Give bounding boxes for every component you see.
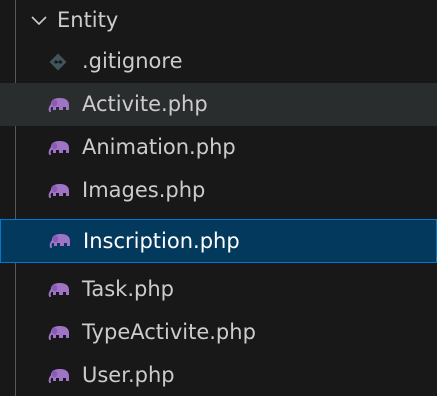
php-elephant-icon bbox=[48, 140, 69, 155]
gitignore-icon bbox=[49, 53, 67, 70]
file-item-images[interactable]: Images.php bbox=[0, 169, 437, 212]
file-label: TypeActivite.php bbox=[82, 320, 256, 344]
php-elephant-icon bbox=[48, 368, 69, 383]
file-item-typeactivite[interactable]: TypeActivite.php bbox=[0, 311, 437, 354]
php-elephant-icon bbox=[48, 183, 69, 198]
chevron-down-icon[interactable] bbox=[29, 10, 49, 30]
file-label: Animation.php bbox=[82, 135, 236, 159]
file-label: .gitignore bbox=[82, 49, 183, 73]
php-elephant-icon bbox=[49, 234, 70, 248]
file-item-user[interactable]: User.php bbox=[0, 354, 437, 396]
file-label: Inscription.php bbox=[83, 228, 240, 253]
folder-entity[interactable]: Entity bbox=[0, 0, 437, 40]
file-label: Activite.php bbox=[82, 92, 208, 116]
folder-label: Entity bbox=[57, 7, 119, 32]
file-item-gitignore[interactable]: .gitignore bbox=[0, 40, 437, 83]
file-item-activite[interactable]: Activite.php bbox=[0, 83, 437, 126]
file-label: Task.php bbox=[82, 277, 174, 301]
file-explorer-tree: Entity .gitignore Activite.php Animation… bbox=[0, 0, 437, 396]
file-label: Images.php bbox=[82, 178, 206, 202]
file-label: User.php bbox=[82, 363, 175, 387]
file-item-animation[interactable]: Animation.php bbox=[0, 126, 437, 169]
php-elephant-icon bbox=[48, 282, 69, 297]
file-item-inscription[interactable]: Inscription.php bbox=[0, 219, 437, 263]
file-item-task[interactable]: Task.php bbox=[0, 268, 437, 311]
php-elephant-icon bbox=[48, 325, 69, 340]
php-elephant-icon bbox=[48, 97, 69, 112]
